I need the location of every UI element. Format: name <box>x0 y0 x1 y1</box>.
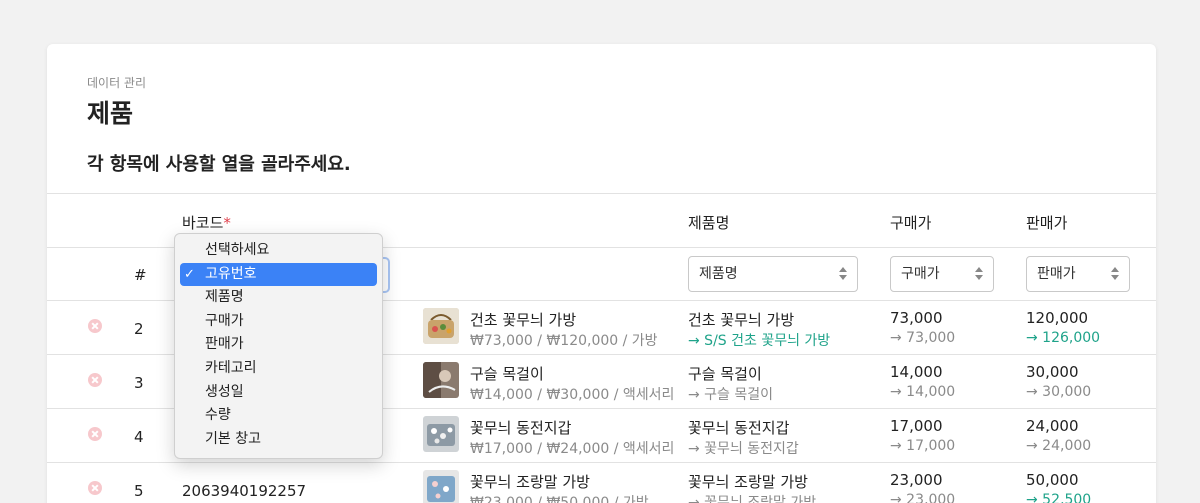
name-value: 꽃무늬 조랑말 가방 <box>688 473 808 491</box>
dropdown-option[interactable]: 판매가 <box>180 333 377 357</box>
column-header-sell: 판매가 <box>1026 214 1068 232</box>
name-column-select[interactable]: 제품명 <box>688 256 858 292</box>
row-index: 5 <box>134 482 144 500</box>
option-label: 선택하세요 <box>205 242 270 258</box>
name-new-value: → S/S 건초 꽃무늬 가방 <box>688 333 831 349</box>
option-label: 제품명 <box>205 289 244 306</box>
row-index: 3 <box>134 374 144 392</box>
sell-value: 24,000 <box>1026 417 1079 435</box>
sell-value: 120,000 <box>1026 309 1089 327</box>
select-value: 구매가 <box>901 266 940 282</box>
buy-new-value: → 17,000 <box>890 438 956 454</box>
buy-value: 14,000 <box>890 363 943 381</box>
barcode-value: 2063940192257 <box>182 482 307 500</box>
dropdown-option[interactable]: 수량 <box>180 404 377 428</box>
remove-row-icon[interactable] <box>88 481 102 495</box>
remove-row-icon[interactable] <box>88 319 102 333</box>
product-detail: ₩14,000 / ₩30,000 / 액세서리 <box>470 387 675 403</box>
product-name: 꽃무늬 조랑말 가방 <box>470 473 590 491</box>
buy-value: 17,000 <box>890 417 943 435</box>
sell-column-select[interactable]: 판매가 <box>1026 256 1130 292</box>
index-header: # <box>134 266 147 284</box>
product-thumbnail <box>423 308 459 344</box>
remove-row-icon[interactable] <box>88 427 102 441</box>
buy-new-value: → 14,000 <box>890 384 956 400</box>
name-value: 구슬 목걸이 <box>688 365 762 383</box>
product-name: 꽃무늬 동전지갑 <box>470 419 572 437</box>
select-arrows-icon <box>839 265 848 283</box>
barcode-column-dropdown[interactable]: 선택하세요 ✓ 고유번호 제품명 구매가 판매가 카테고리 생성일 수량 기본 창… <box>174 233 383 459</box>
product-thumbnail <box>423 470 459 503</box>
dropdown-option[interactable]: 선택하세요 <box>180 239 377 263</box>
row-index: 2 <box>134 320 144 338</box>
product-thumbnail <box>423 362 459 398</box>
dropdown-option-selected[interactable]: ✓ 고유번호 <box>180 262 377 287</box>
dropdown-option[interactable]: 카테고리 <box>180 357 377 381</box>
column-header-buy: 구매가 <box>890 214 932 232</box>
dropdown-option[interactable]: 제품명 <box>180 286 377 310</box>
select-arrows-icon <box>1111 265 1120 283</box>
row-index: 4 <box>134 428 144 446</box>
sell-value: 30,000 <box>1026 363 1079 381</box>
buy-value: 73,000 <box>890 309 943 327</box>
remove-row-icon[interactable] <box>88 373 102 387</box>
breadcrumb: 데이터 관리 <box>87 76 147 90</box>
select-arrows-icon <box>975 265 984 283</box>
buy-column-select[interactable]: 구매가 <box>890 256 994 292</box>
product-detail: ₩17,000 / ₩24,000 / 액세서리 <box>470 441 675 457</box>
column-header-name: 제품명 <box>688 214 730 232</box>
buy-new-value: → 73,000 <box>890 330 956 346</box>
sell-new-value: → 52,500 <box>1026 492 1092 503</box>
option-label: 기본 창고 <box>205 430 261 447</box>
select-value: 판매가 <box>1037 266 1076 282</box>
option-label: 고유번호 <box>205 265 257 282</box>
column-header-barcode: 바코드* <box>182 212 231 233</box>
product-detail: ₩73,000 / ₩120,000 / 가방 <box>470 333 658 349</box>
select-value: 제품명 <box>699 266 738 282</box>
sell-new-value: → 126,000 <box>1026 330 1101 346</box>
name-value: 건초 꽃무늬 가방 <box>688 311 795 329</box>
sell-value: 50,000 <box>1026 471 1079 489</box>
divider <box>47 462 1156 463</box>
dropdown-option[interactable]: 생성일 <box>180 381 377 405</box>
name-new-value: → 꽃무늬 동전지갑 <box>688 441 799 457</box>
name-new-value: → 구슬 목걸이 <box>688 387 774 403</box>
name-value: 꽃무늬 동전지갑 <box>688 419 790 437</box>
divider <box>47 193 1156 194</box>
product-detail: ₩23,000 / ₩50,000 / 가방 <box>470 495 649 503</box>
option-label: 수량 <box>205 407 231 424</box>
buy-new-value: → 23,000 <box>890 492 956 503</box>
sell-new-value: → 24,000 <box>1026 438 1092 454</box>
checkmark-icon: ✓ <box>184 266 195 282</box>
product-name: 건초 꽃무늬 가방 <box>470 311 577 329</box>
option-label: 생성일 <box>205 383 244 400</box>
required-mark: * <box>223 214 231 232</box>
sell-new-value: → 30,000 <box>1026 384 1092 400</box>
barcode-label: 바코드 <box>182 214 224 232</box>
option-label: 카테고리 <box>205 359 257 376</box>
page-title: 제품 <box>87 99 134 128</box>
name-new-value: → 꽃무늬 조랑말 가방 <box>688 495 817 503</box>
buy-value: 23,000 <box>890 471 943 489</box>
dropdown-option[interactable]: 구매가 <box>180 310 377 334</box>
dropdown-option[interactable]: 기본 창고 <box>180 428 377 452</box>
product-thumbnail <box>423 416 459 452</box>
product-name: 구슬 목걸이 <box>470 365 544 383</box>
option-label: 구매가 <box>205 312 244 329</box>
instruction-text: 각 항목에 사용할 열을 골라주세요. <box>87 154 351 175</box>
option-label: 판매가 <box>205 336 244 353</box>
